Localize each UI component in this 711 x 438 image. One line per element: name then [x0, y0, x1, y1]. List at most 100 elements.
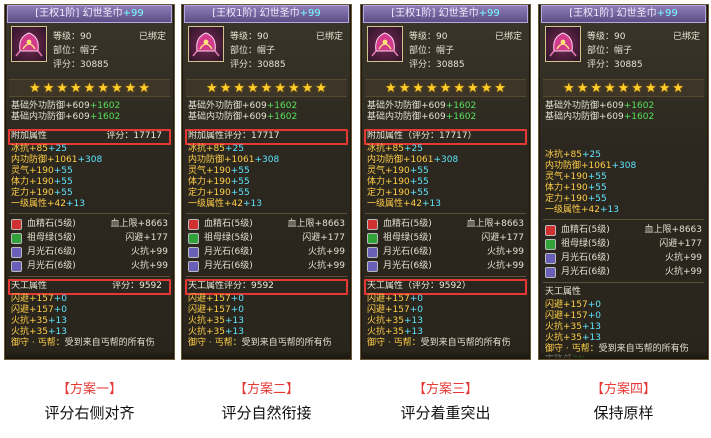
star-icon: ★ [426, 80, 438, 96]
extra-attr-line: 内功防御+1061+308 [188, 155, 280, 165]
gem-slot: 血精石(5级) 血上限+8663 [539, 223, 708, 237]
item-score: 评分：30885 [409, 60, 465, 70]
star-icon: ★ [56, 80, 69, 96]
extra-attr-line: 内功防御+1061+308 [11, 155, 103, 165]
extra-attr-line: 定力+190+55 [188, 188, 250, 198]
star-icon: ★ [590, 80, 603, 96]
extra-attr-line: 冰抗+85+25 [367, 144, 424, 154]
helmet-icon[interactable] [188, 26, 224, 62]
tiangong-attr-line: 闪避+157+0 [11, 294, 68, 304]
gem-icon [367, 233, 378, 244]
bound-status: 已绑定 [315, 32, 343, 42]
gem-slot: 月光石(6级) 火抗+99 [361, 245, 530, 259]
item-level: 等级：90 [409, 32, 448, 42]
star-icon: ★ [301, 80, 314, 96]
item-level: 等级：90 [587, 32, 626, 42]
highlight-box [8, 129, 171, 145]
star-icon: ★ [206, 80, 218, 96]
extra-attr-line: 体力+190+55 [188, 177, 250, 187]
extra-attr-header [539, 137, 708, 150]
extra-attr-line: 定力+190+55 [367, 188, 429, 198]
guard-line: 御守 · 丐帮：受到来自丐帮的所有伤 [11, 338, 155, 348]
extra-attr-line: 一级属性+42+13 [545, 205, 620, 215]
gem-slot: 祖母绿(5级) 闪避+177 [361, 231, 530, 245]
gem-slot: 月光石(6级) 火抗+99 [539, 251, 708, 265]
caption-title-2: 【方案二】 [233, 382, 299, 397]
star-icon: ★ [247, 80, 259, 96]
star-icon: ★ [412, 80, 425, 96]
star-icon: ★ [385, 80, 397, 96]
star-icon: ★ [124, 80, 137, 96]
extra-attr-line: 定力+190+55 [545, 194, 607, 204]
gem-slot: 月光石(6级) 火抗+99 [182, 245, 351, 259]
star-icon: ★ [260, 80, 273, 96]
gem-icon [11, 247, 22, 258]
caption-title-4: 【方案四】 [590, 382, 656, 397]
tiangong-attr-line: 闪避+157+0 [367, 294, 424, 304]
star-icon: ★ [138, 80, 150, 96]
base-defense-line: 基础内功防御+609+1602 [545, 112, 655, 122]
tiangong-attr-line: 闪避+157+0 [545, 300, 602, 310]
item-tooltip-card-3: [王权1阶] 幻世圣巾+99 等级：90 部位：帽子 评分：30885 已绑定 ★ ★ ★ ★ ★… [360, 4, 531, 360]
caption-desc-3: 评分着重突出 [400, 404, 491, 422]
gem-icon [545, 253, 556, 264]
gem-icon [367, 219, 378, 230]
tiangong-attr-line: 闪避+157+0 [545, 311, 602, 321]
item-slot: 部位：帽子 [230, 46, 276, 56]
tiangong-attr-line: 火抗+35+13 [367, 327, 424, 337]
highlight-box [364, 279, 527, 295]
extra-attr-line: 体力+190+55 [11, 177, 73, 187]
highlight-box [8, 279, 171, 295]
highlight-box [364, 129, 527, 145]
extra-attr-line: 冰抗+85+25 [11, 144, 68, 154]
extra-attr-line: 灵气+190+55 [367, 166, 429, 176]
helmet-icon[interactable] [367, 26, 403, 62]
bound-status: 已绑定 [138, 32, 166, 42]
gem-slot: 血精石(5级) 血上限+8663 [361, 217, 530, 231]
extra-attr-line: 一级属性+42+13 [11, 199, 86, 209]
gem-slot: 祖母绿(5级) 闪避+177 [5, 231, 174, 245]
star-icon: ★ [631, 80, 643, 96]
gem-slot: 月光石(6级) 火抗+99 [361, 259, 530, 273]
star-icon: ★ [453, 80, 465, 96]
gem-slot: 血精石(5级) 血上限+8663 [182, 217, 351, 231]
tiangong-attr-line: 火抗+35+13 [11, 327, 68, 337]
extra-attr-line: 灵气+190+55 [545, 172, 607, 182]
caption-desc-4: 保持原样 [593, 404, 654, 422]
star-icon: ★ [576, 80, 589, 96]
star-icon: ★ [70, 80, 82, 96]
gem-icon [545, 267, 556, 278]
highlight-box [185, 279, 348, 295]
item-title: [王权1阶] 幻世圣巾+99 [7, 5, 172, 23]
item-slot: 部位：帽子 [53, 46, 99, 56]
helmet-icon[interactable] [11, 26, 47, 62]
item-slot: 部位：帽子 [409, 46, 455, 56]
bound-status: 已绑定 [672, 32, 700, 42]
extra-attr-line: 灵气+190+55 [11, 166, 73, 176]
item-score: 评分：30885 [230, 60, 286, 70]
tiangong-attr-header: 天工属性 [545, 287, 582, 297]
star-icon: ★ [233, 80, 246, 96]
guard-line: 御守 · 丐帮：受到来自丐帮的所有伤 [188, 338, 332, 348]
star-icon: ★ [563, 80, 575, 96]
helmet-icon[interactable] [545, 26, 581, 62]
star-icon: ★ [466, 80, 479, 96]
gem-slot: 月光石(6级) 火抗+99 [539, 265, 708, 279]
star-rating: ★ ★ ★ ★ ★ ★ ★ ★ ★ [365, 79, 526, 97]
star-icon: ★ [97, 80, 109, 96]
tiangong-attr-line: 火抗+35+13 [545, 322, 602, 332]
tiangong-attr-line: 火抗+35+13 [188, 316, 245, 326]
extra-attr-line: 体力+190+55 [545, 183, 607, 193]
tiangong-attr-line: 火抗+35+13 [367, 316, 424, 326]
item-title: [王权1阶] 幻世圣巾+99 [541, 5, 706, 23]
star-icon: ★ [315, 80, 327, 96]
tiangong-attr-line: 闪避+157+0 [188, 294, 245, 304]
gem-icon [188, 219, 199, 230]
base-defense-line: 基础内功防御+609+1602 [367, 112, 477, 122]
caption-title-1: 【方案一】 [56, 382, 122, 397]
gem-slot: 月光石(6级) 火抗+99 [182, 259, 351, 273]
base-defense-line: 基础内功防御+609+1602 [188, 112, 298, 122]
tiangong-attr-line: 火抗+35+13 [188, 327, 245, 337]
gem-slot: 月光石(6级) 火抗+99 [5, 245, 174, 259]
star-rating: ★ ★ ★ ★ ★ ★ ★ ★ ★ [9, 79, 170, 97]
